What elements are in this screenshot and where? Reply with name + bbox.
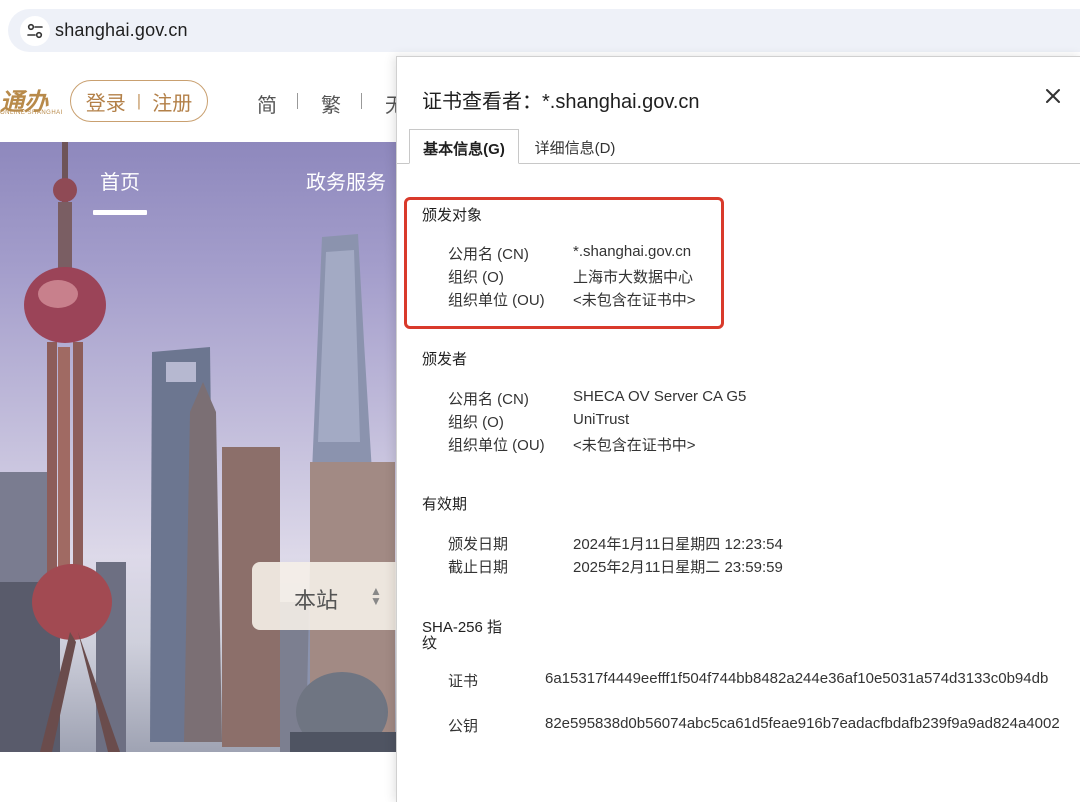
tab-details[interactable]: 详细信息(D) (525, 129, 625, 163)
browser-toolbar: shanghai.gov.cn (0, 0, 1080, 60)
dialog-title: 证书查看者：*.shanghai.gov.cn (422, 91, 700, 113)
login-link[interactable]: 登录 (86, 87, 126, 116)
pubkey-fingerprint-value: 82e595838d0b56074abc5ca61d5feae916b7eada… (545, 715, 1060, 732)
issued-on-value: 2024年1月11日星期四 12:23:54 (573, 536, 783, 553)
pubkey-fingerprint-label: 公钥 (448, 718, 479, 735)
updown-arrow-icon: ▲ ▼ (370, 584, 382, 608)
section-fingerprints-title-cont: 纹 (422, 635, 438, 652)
cert-fingerprint-label: 证书 (448, 673, 479, 690)
tab-bar: 基本信息(G) 详细信息(D) (397, 129, 1080, 164)
issuer-cn-label: 公用名 (CN) (448, 391, 529, 408)
expires-on-label: 截止日期 (448, 559, 509, 576)
lang-divider (361, 93, 362, 109)
issuer-ou-label: 组织单位 (OU) (448, 437, 545, 454)
search-scope-label: 本站 (294, 588, 339, 613)
close-button[interactable] (1040, 83, 1066, 109)
site-logo-subtitle: ONLINE SHANGHAI (0, 110, 63, 116)
nav-active-indicator (93, 210, 147, 215)
subject-o-value: 上海市大数据中心 (573, 269, 694, 286)
issuer-o-label: 组织 (O) (448, 414, 504, 431)
issuer-ou-value: <未包含在证书中> (573, 437, 696, 454)
login-register-button[interactable]: 登录 | 注册 (70, 80, 208, 122)
lang-divider (297, 93, 298, 109)
hero-banner: 首页 政务服务 本站 ▲ ▼ (0, 142, 412, 752)
issuer-cn-value: SHECA OV Server CA G5 (573, 388, 747, 405)
address-bar[interactable]: shanghai.gov.cn (8, 9, 1080, 52)
expires-on-value: 2025年2月11日星期二 23:59:59 (573, 559, 783, 576)
subject-cn-value: *.shanghai.gov.cn (573, 243, 692, 260)
lang-simplified[interactable]: 简 (257, 89, 277, 118)
section-issued-by-title: 颁发者 (422, 351, 468, 368)
subject-ou-label: 组织单位 (OU) (448, 292, 545, 309)
register-link[interactable]: 注册 (152, 87, 192, 116)
nav-gov-services[interactable]: 政务服务 (306, 166, 386, 195)
tab-general[interactable]: 基本信息(G) (409, 129, 519, 164)
search-scope-select[interactable]: 本站 ▲ ▼ (252, 562, 412, 630)
nav-home[interactable]: 首页 (100, 166, 140, 195)
certificate-viewer-dialog: 证书查看者：*.shanghai.gov.cn 基本信息(G) 详细信息(D) … (396, 56, 1080, 802)
url-text[interactable]: shanghai.gov.cn (55, 20, 188, 41)
subject-cn-label: 公用名 (CN) (448, 246, 529, 263)
login-separator: | (136, 91, 142, 110)
cert-fingerprint-value: 6a15317f4449eefff1f504f744bb8482a244e36a… (545, 670, 1049, 687)
subject-o-label: 组织 (O) (448, 269, 504, 286)
site-info-icon[interactable] (20, 16, 50, 46)
subject-ou-value: <未包含在证书中> (573, 292, 696, 309)
skyline-image (0, 142, 400, 752)
issued-on-label: 颁发日期 (448, 536, 509, 553)
issuer-o-value: UniTrust (573, 411, 630, 428)
tune-icon (27, 23, 43, 39)
section-issued-to-title: 颁发对象 (422, 207, 483, 224)
close-icon (1046, 89, 1060, 103)
lang-traditional[interactable]: 繁 (321, 89, 341, 118)
section-validity-title: 有效期 (422, 496, 468, 513)
